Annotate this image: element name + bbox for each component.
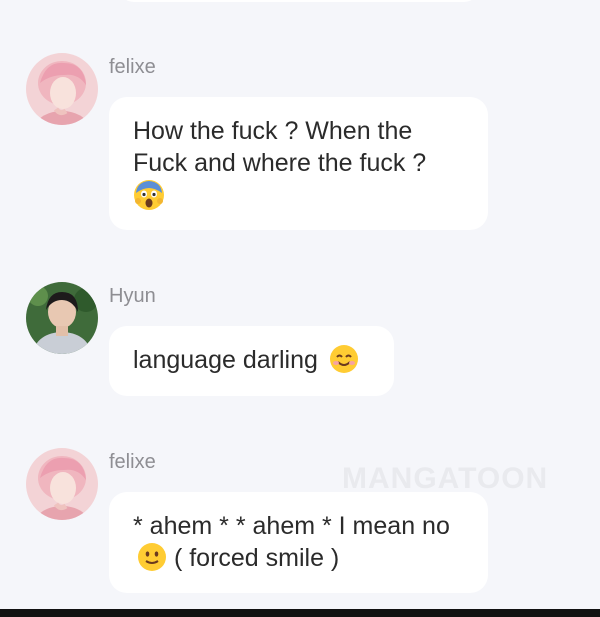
message-text: * ahem * * ahem * I mean no xyxy=(133,512,450,540)
message-bubble: language darling xyxy=(109,326,394,396)
sender-name: felixe xyxy=(109,56,156,78)
avatar[interactable] xyxy=(26,53,98,125)
screaming-face-icon xyxy=(133,179,165,219)
message-text-after: ( forced smile ) xyxy=(173,544,340,572)
message-bubble: How the fuck ? When the Fuck and where t… xyxy=(109,97,488,230)
sender-name: Hyun xyxy=(109,285,156,307)
slightly-smiling-face-icon xyxy=(137,542,167,580)
message-text: How the fuck ? When the Fuck and where t… xyxy=(133,117,427,177)
avatar[interactable] xyxy=(26,282,98,354)
avatar[interactable] xyxy=(26,448,98,520)
message-text: language darling xyxy=(133,346,318,374)
bottom-bar xyxy=(0,609,600,617)
sender-name: felixe xyxy=(109,451,156,473)
smiling-face-icon xyxy=(329,344,359,382)
previous-message-bubble xyxy=(118,0,480,2)
watermark: MANGATOON xyxy=(342,462,549,495)
message-bubble: * ahem * * ahem * I mean no ( forced smi… xyxy=(109,492,488,593)
